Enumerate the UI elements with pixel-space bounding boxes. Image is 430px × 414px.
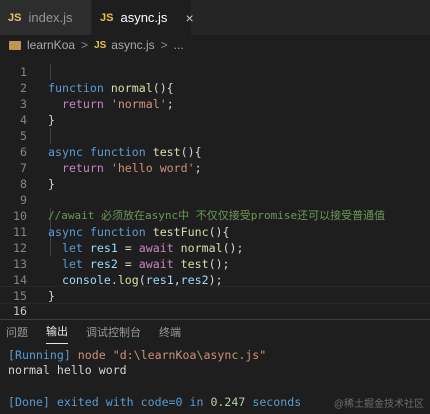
watermark: @稀土掘金技术社区	[333, 399, 424, 410]
tab-index-js[interactable]: JS index.js	[0, 0, 92, 35]
code-line: 2 return 'normal';	[0, 64, 430, 111]
code-line: 7 }	[0, 144, 430, 191]
code-line: 17	[0, 303, 430, 334]
output-line: [Running] node "d:\learnKoa\async.js"	[8, 348, 267, 362]
code-line: 15	[0, 272, 430, 303]
output-panel: 问题 输出 调试控制台 终端 [Running] node "d:\learnK…	[0, 319, 430, 414]
code-line: 10 async function testFunc(){	[0, 192, 430, 239]
code-line: 11 let res1 = await normal();	[0, 208, 430, 255]
js-file-icon: JS	[100, 11, 114, 24]
code-line: 3 }	[0, 80, 430, 127]
tab-async-js[interactable]: JS async.js ×	[92, 0, 194, 35]
tab-output[interactable]: 输出	[46, 323, 68, 344]
code-line: 14 }	[0, 256, 430, 303]
tab-terminal[interactable]: 终端	[159, 324, 181, 344]
tab-problems[interactable]: 问题	[6, 324, 28, 344]
code-line: 16 testFunc();	[0, 287, 430, 334]
output-line: normal hello word	[8, 363, 127, 377]
code-line: 6 return 'hello word';	[0, 128, 430, 175]
code-line: 4	[0, 96, 430, 127]
close-icon[interactable]: ×	[185, 10, 193, 26]
tab-debug-console[interactable]: 调试控制台	[86, 324, 141, 344]
panel-tabs: 问题 输出 调试控制台 终端	[0, 320, 430, 344]
code-line: 9 //await 必须放在async中 不仅仅接受promise还可以接受普通…	[0, 176, 430, 222]
code-editor[interactable]: 1 function normal(){ 2 return 'normal'; …	[0, 47, 430, 334]
tab-label: async.js	[120, 10, 168, 25]
code-line: 12 let res2 = await test();	[0, 224, 430, 271]
output-line: [Done] exited with code=0 in 0.247 secon…	[8, 395, 302, 409]
code-line: 5 async function test(){	[0, 112, 430, 159]
code-line: 1 function normal(){	[0, 48, 430, 95]
js-file-icon: JS	[8, 11, 22, 24]
editor-tab-bar: JS index.js JS async.js ×	[0, 0, 430, 35]
code-line: 13 console.log(res1,res2);	[0, 240, 430, 287]
code-line: 8	[0, 160, 430, 191]
tab-label: index.js	[28, 10, 73, 25]
